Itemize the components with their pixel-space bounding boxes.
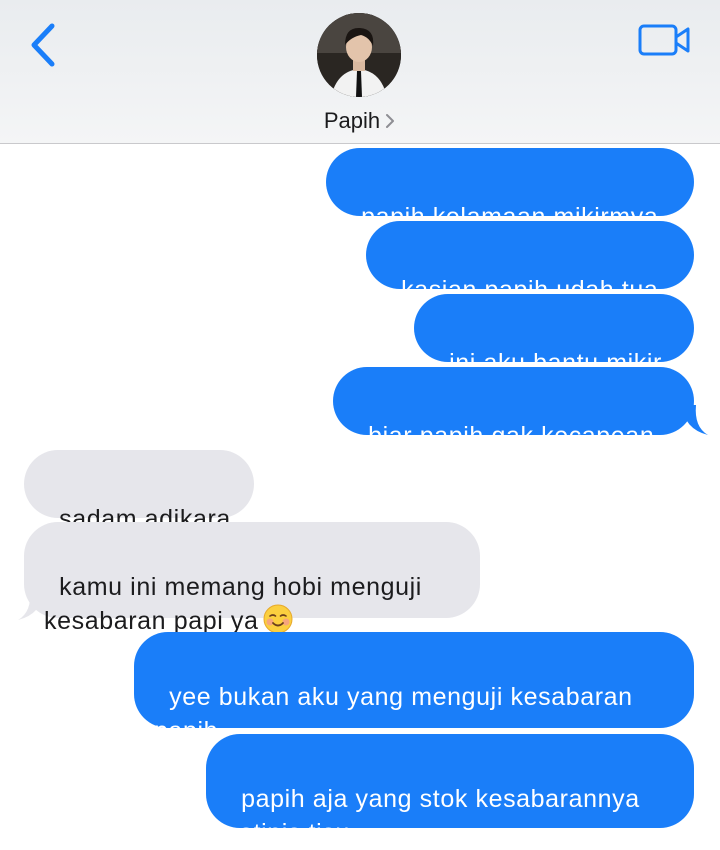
- video-camera-icon: [638, 24, 690, 56]
- smiling-face-icon: [263, 604, 293, 634]
- message-bubble-received[interactable]: sadam adikara: [24, 450, 254, 533]
- message-bubble-sent[interactable]: papih kelamaan mikirmya: [326, 148, 694, 231]
- message-bubble-received[interactable]: kamu ini memang hobi menguji kesabaran p…: [24, 522, 480, 635]
- message-bubble-sent[interactable]: ini aku bantu mikir: [414, 294, 694, 377]
- message-bubble-sent[interactable]: yee bukan aku yang menguji kesabaran pap…: [134, 632, 694, 745]
- video-call-button[interactable]: [636, 20, 694, 60]
- contact-name-button[interactable]: Papih: [0, 106, 720, 136]
- message-text: kamu ini memang hobi menguji kesabaran p…: [44, 573, 422, 635]
- bubble-tail: [682, 405, 708, 435]
- avatar[interactable]: [317, 13, 401, 97]
- chevron-left-icon: [31, 23, 55, 67]
- chat-header: Papih: [0, 0, 720, 144]
- message-bubble-sent[interactable]: kasian papih udah tua: [366, 221, 694, 304]
- back-button[interactable]: [22, 20, 66, 70]
- chevron-right-icon: [386, 114, 395, 128]
- bubble-tail: [18, 590, 44, 620]
- contact-name: Papih: [323, 108, 381, 133]
- contact-photo: [317, 13, 401, 97]
- message-bubble-sent[interactable]: biar papih gak kecapean: [333, 367, 694, 450]
- message-bubble-sent[interactable]: papih aja yang stok kesabarannya setipis…: [206, 734, 694, 847]
- message-text: biar papih gak kecapean: [368, 422, 655, 450]
- message-text: papih aja yang stok kesabarannya setipis…: [226, 785, 640, 847]
